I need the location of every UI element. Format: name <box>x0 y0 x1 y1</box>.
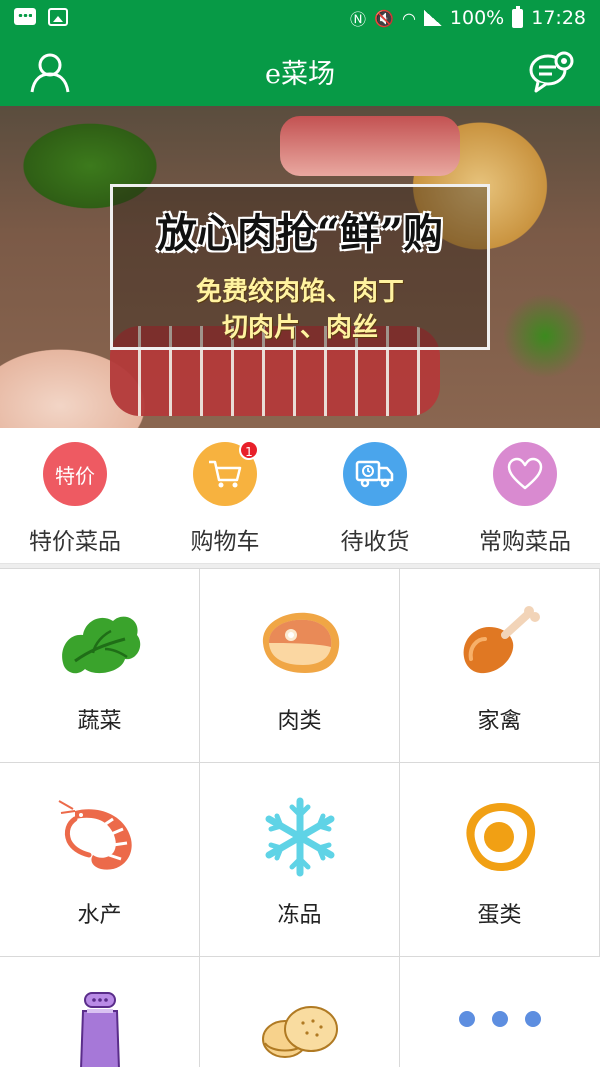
snowflake-icon <box>255 797 345 877</box>
heart-icon <box>493 442 557 506</box>
category-frozen[interactable]: 冻品 <box>200 763 400 957</box>
poultry-leg-icon <box>455 603 545 683</box>
clock: 17:28 <box>531 7 586 29</box>
category-more[interactable] <box>400 957 600 1067</box>
quick-cart[interactable]: 1 购物车 <box>150 440 300 556</box>
special-price-icon-text: 特价 <box>55 463 95 488</box>
quick-entry-label: 购物车 <box>190 529 260 555</box>
quick-pending-delivery[interactable]: 待收货 <box>300 442 450 556</box>
signal-icon <box>423 10 442 26</box>
quick-entry-label: 常购菜品 <box>479 529 571 555</box>
app-header: e菜场 <box>0 36 600 106</box>
status-bar: Ⓝ 🔇 ◠ 100% 17:28 <box>0 0 600 36</box>
promo-frame: 放心肉抢“鲜”购 免费绞肉馅、肉丁 切肉片、肉丝 <box>110 184 490 350</box>
quick-entry-label: 待收货 <box>340 529 410 555</box>
cart-icon: 1 <box>193 440 259 506</box>
category-name: 冻品 <box>277 903 322 928</box>
quick-special-price[interactable]: 特价 特价菜品 <box>0 442 150 556</box>
quick-entry-bar: 特价 特价菜品 1 购物车 待收货 常购菜品 <box>0 428 600 564</box>
special-price-icon: 特价 <box>43 442 107 506</box>
promo-headline: 放心肉抢“鲜”购 <box>156 210 443 257</box>
category-name: 蔬菜 <box>77 709 122 734</box>
category-name: 水产 <box>77 903 122 928</box>
shrimp-icon <box>55 797 145 877</box>
image-icon <box>48 8 68 26</box>
category-snacks[interactable] <box>200 957 400 1067</box>
banner-meat-image <box>280 116 460 176</box>
category-meat[interactable]: 肉类 <box>200 569 400 763</box>
category-poultry[interactable]: 家禽 <box>400 569 600 763</box>
quick-frequent-items[interactable]: 常购菜品 <box>450 442 600 556</box>
category-name: 肉类 <box>277 709 322 734</box>
category-grid: 蔬菜 肉类 家禽 水产 冻品 蛋类 <box>0 568 600 1067</box>
promo-line-1: 免费绞肉馅、肉丁 <box>195 277 404 307</box>
battery-level: 100% <box>449 7 505 29</box>
more-icon <box>455 1007 545 1067</box>
seasoning-bottle-icon <box>55 989 145 1067</box>
page-title: e菜场 <box>265 59 335 90</box>
promo-line-2: 切肉片、肉丝 <box>221 313 378 343</box>
nfc-icon: Ⓝ <box>350 10 367 29</box>
biscuit-icon <box>255 997 345 1067</box>
egg-icon <box>455 797 545 877</box>
category-eggs[interactable]: 蛋类 <box>400 763 600 957</box>
message-icon <box>14 8 36 25</box>
mute-icon: 🔇 <box>374 8 394 28</box>
wifi-icon: ◠ <box>401 8 416 28</box>
delivery-truck-icon <box>343 442 407 506</box>
meat-icon <box>255 603 345 683</box>
quick-entry-label: 特价菜品 <box>29 529 121 555</box>
category-name: 家禽 <box>477 709 522 734</box>
cart-badge: 1 <box>239 440 259 460</box>
category-seasoning[interactable] <box>0 957 200 1067</box>
category-name: 蛋类 <box>477 903 522 928</box>
promo-banner[interactable]: 放心肉抢“鲜”购 免费绞肉馅、肉丁 切肉片、肉丝 <box>0 106 600 428</box>
chat-icon[interactable] <box>528 50 574 94</box>
category-seafood[interactable]: 水产 <box>0 763 200 957</box>
category-vegetable[interactable]: 蔬菜 <box>0 569 200 763</box>
vegetable-icon <box>55 603 145 683</box>
battery-icon <box>512 5 524 28</box>
